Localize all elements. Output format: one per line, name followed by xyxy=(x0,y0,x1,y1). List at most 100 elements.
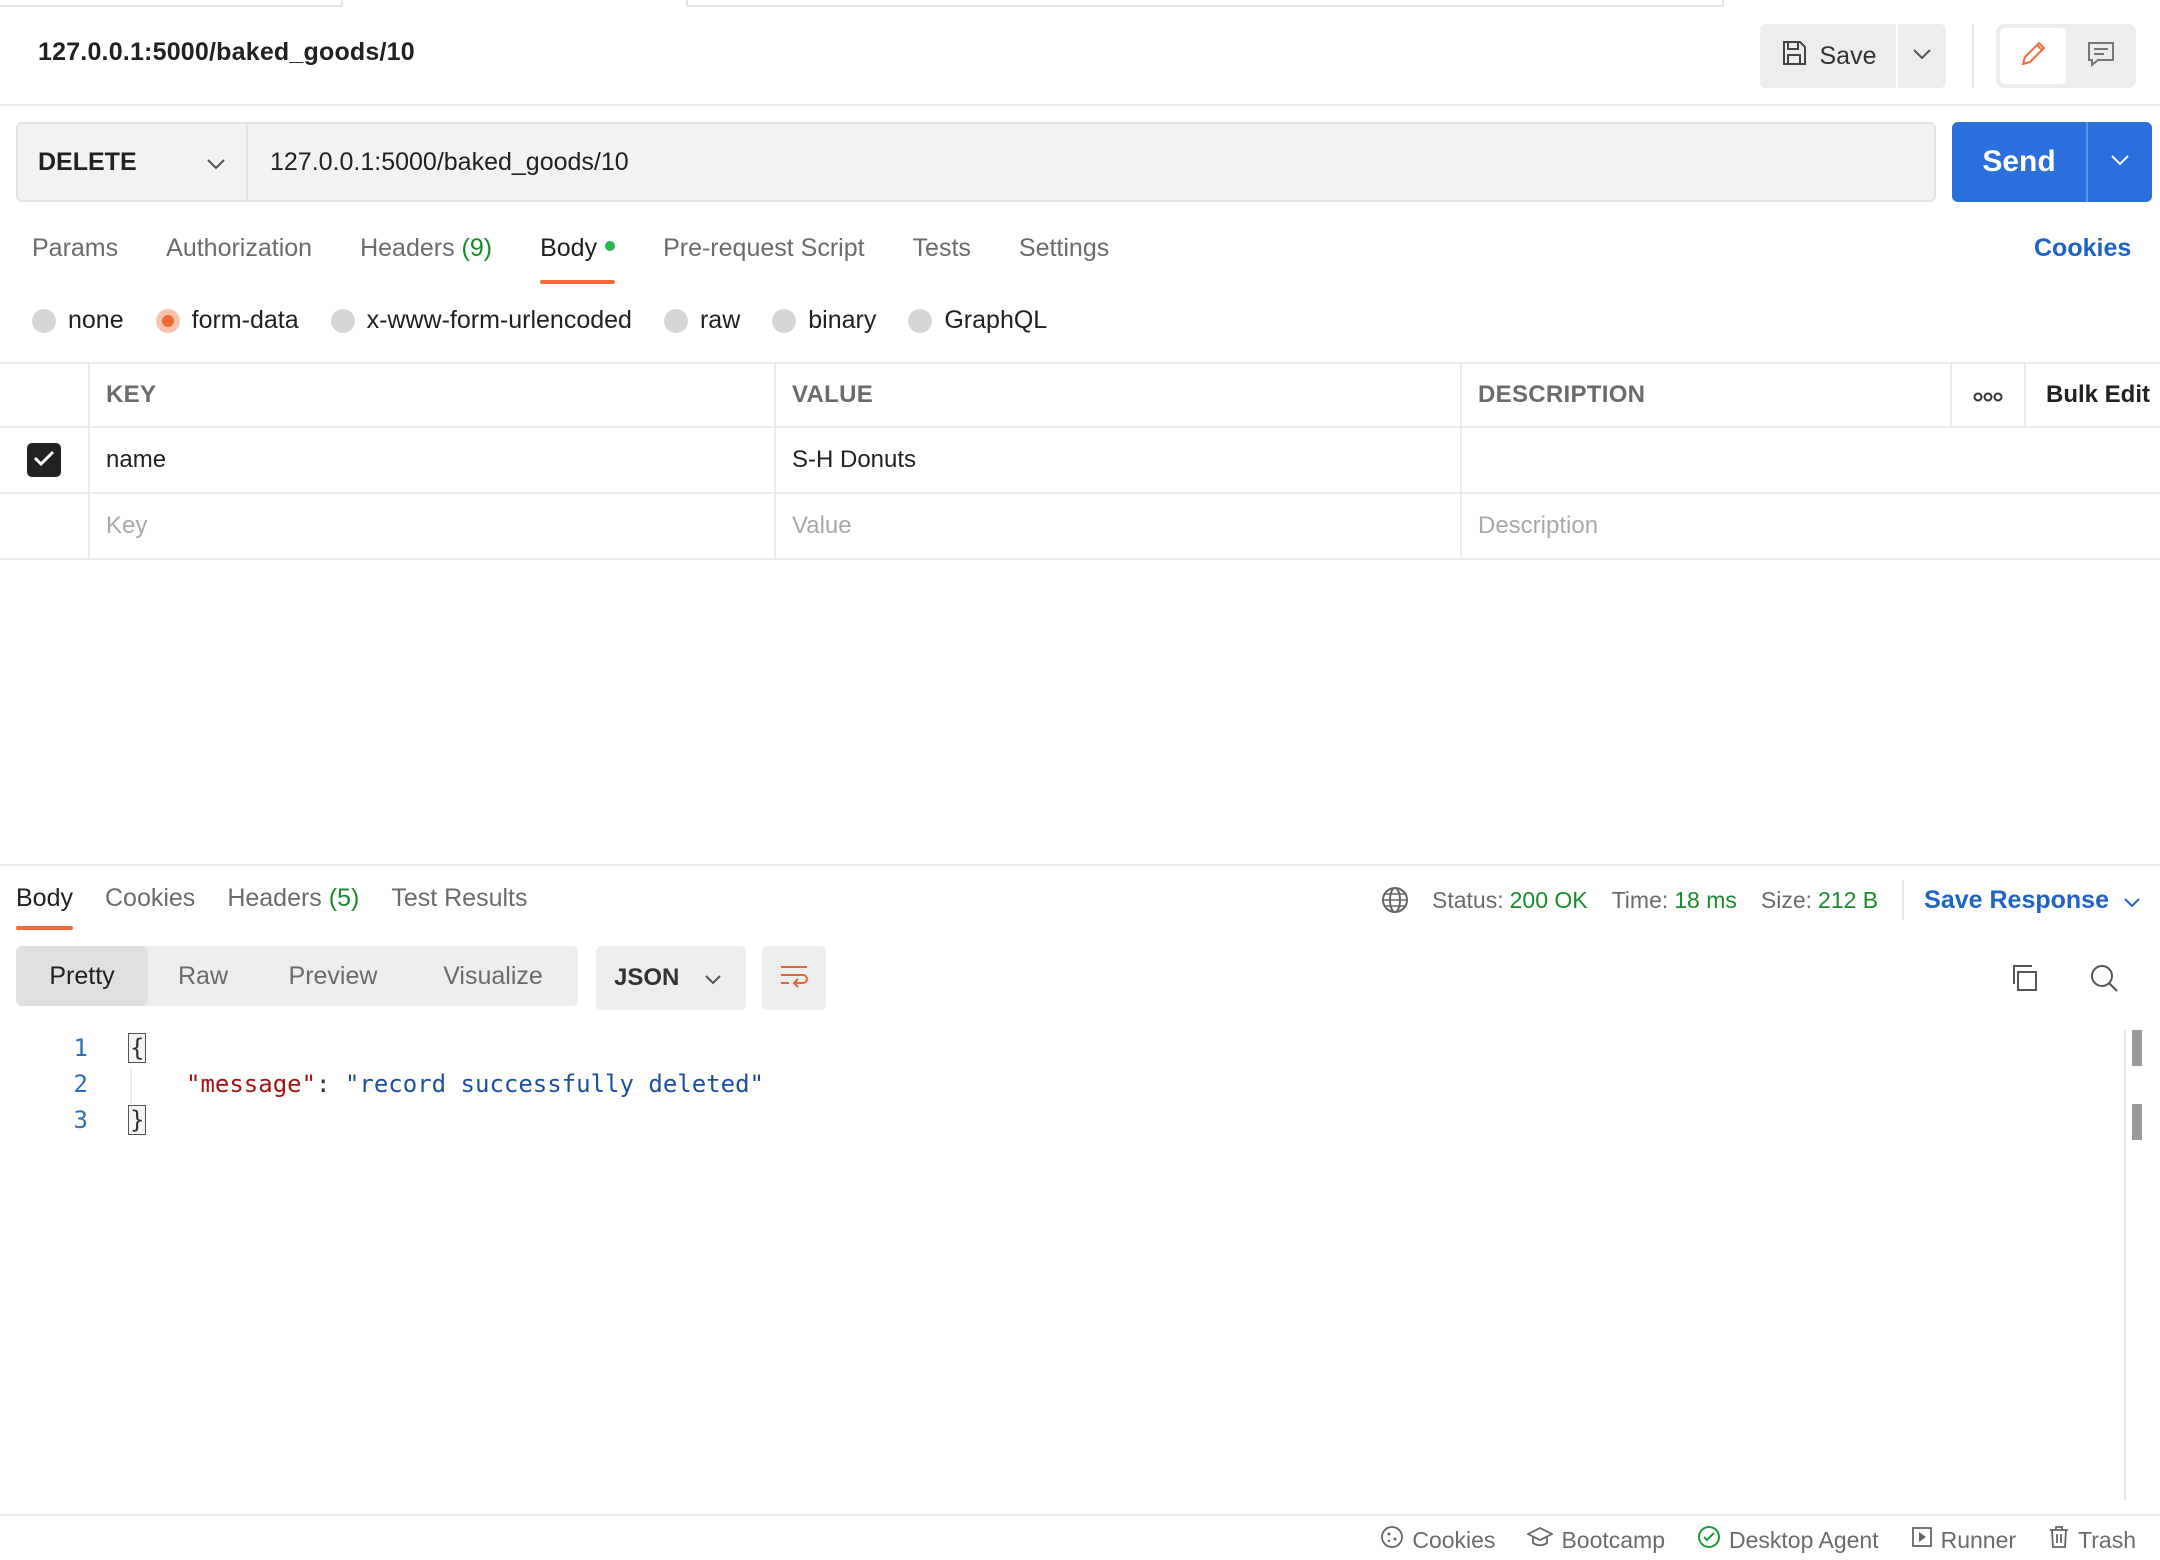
key-cell[interactable]: name xyxy=(90,428,776,492)
radio-circle xyxy=(772,308,797,333)
value-input[interactable]: Value xyxy=(776,494,1462,558)
copy-icon[interactable] xyxy=(2004,958,2044,998)
line-number: 3 xyxy=(73,1106,88,1134)
send-button[interactable]: Send xyxy=(1952,122,2086,202)
checkmark-icon xyxy=(33,446,55,474)
open-brace: { xyxy=(128,1033,147,1063)
footer-label: Trash xyxy=(2078,1526,2136,1553)
editor-scrollbar[interactable] xyxy=(2124,1030,2126,1500)
response-tab-cookies[interactable]: Cookies xyxy=(105,884,195,930)
footer-desktop-agent[interactable]: Desktop Agent xyxy=(1697,1525,1879,1555)
footer-runner[interactable]: Runner xyxy=(1911,1526,2016,1554)
tab-params[interactable]: Params xyxy=(32,234,118,284)
comments-button[interactable] xyxy=(2070,28,2132,84)
scrollbar-marker xyxy=(2132,1104,2142,1140)
tab-label: Body xyxy=(16,884,73,912)
send-group: Send xyxy=(1952,122,2152,202)
next-tab[interactable] xyxy=(686,0,1724,7)
footer-bootcamp[interactable]: Bootcamp xyxy=(1526,1526,1665,1554)
cookies-link[interactable]: Cookies xyxy=(2034,234,2131,263)
bulk-edit-button[interactable]: Bulk Edit xyxy=(2026,364,2160,426)
wrap-lines-button[interactable] xyxy=(762,946,826,1010)
save-icon xyxy=(1780,39,1808,74)
response-tab-body[interactable]: Body xyxy=(16,884,73,930)
radio-none[interactable]: none xyxy=(32,306,124,335)
comment-icon xyxy=(2086,39,2116,74)
footer-cookies[interactable]: Cookies xyxy=(1380,1525,1495,1555)
time-value[interactable]: 18 ms xyxy=(1674,887,1737,914)
body-type-radios: none form-data x-www-form-urlencoded raw… xyxy=(32,306,1079,335)
radio-raw[interactable]: raw xyxy=(663,306,740,335)
response-separator[interactable] xyxy=(0,864,2160,866)
radio-label: x-www-form-urlencoded xyxy=(366,306,632,334)
footer-label: Bootcamp xyxy=(1561,1526,1665,1553)
trash-icon xyxy=(2048,1525,2070,1555)
wrap-icon xyxy=(778,962,810,995)
close-brace: } xyxy=(128,1105,147,1135)
tab-settings[interactable]: Settings xyxy=(1019,234,1109,284)
response-view-switcher: Pretty Raw Preview Visualize xyxy=(16,946,578,1006)
json-key: "message" xyxy=(186,1070,317,1098)
save-button[interactable]: Save xyxy=(1760,24,1896,88)
search-icon[interactable] xyxy=(2084,958,2124,998)
view-pretty[interactable]: Pretty xyxy=(16,946,148,1006)
view-preview[interactable]: Preview xyxy=(258,946,408,1006)
radio-form-data[interactable]: form-data xyxy=(155,306,299,335)
url-input[interactable]: 127.0.0.1:5000/baked_goods/10 xyxy=(248,124,1934,200)
row-checkbox-cell xyxy=(0,428,90,492)
chevron-down-icon xyxy=(1912,47,1932,65)
tab-pre-request-script[interactable]: Pre-request Script xyxy=(663,234,864,284)
chevron-down-icon xyxy=(2110,153,2130,171)
response-tab-headers[interactable]: Headers (5) xyxy=(227,884,359,930)
header-divider xyxy=(1972,24,1974,88)
radio-circle-selected xyxy=(155,308,180,333)
globe-icon[interactable] xyxy=(1380,885,1410,915)
previous-tab[interactable] xyxy=(0,0,343,7)
view-visualize[interactable]: Visualize xyxy=(408,946,578,1006)
send-options-button[interactable] xyxy=(2086,122,2152,202)
json-value: "record successfully deleted" xyxy=(344,1070,764,1098)
tab-authorization[interactable]: Authorization xyxy=(166,234,312,284)
chevron-down-icon xyxy=(2123,886,2141,915)
radio-circle xyxy=(908,308,933,333)
size-value[interactable]: 212 B xyxy=(1818,887,1878,914)
format-select[interactable]: JSON xyxy=(596,946,746,1010)
save-response-button[interactable]: Save Response xyxy=(1924,886,2141,915)
chevron-down-icon xyxy=(704,964,722,992)
status-value[interactable]: 200 OK xyxy=(1510,887,1588,914)
status-label: Status: xyxy=(1432,886,1504,913)
tab-body[interactable]: Body xyxy=(540,234,616,284)
edit-mode-button[interactable] xyxy=(2000,28,2066,84)
body-indicator-dot xyxy=(605,241,616,252)
save-response-label: Save Response xyxy=(1924,885,2109,914)
table-row-empty: Key Value Description xyxy=(0,494,2160,560)
request-title[interactable]: 127.0.0.1:5000/baked_goods/10 xyxy=(38,38,415,67)
radio-graphql[interactable]: GraphQL xyxy=(908,306,1047,335)
method-select[interactable]: DELETE xyxy=(18,124,248,200)
tab-tests[interactable]: Tests xyxy=(913,234,971,284)
tab-headers[interactable]: Headers (9) xyxy=(360,234,492,284)
header-separator xyxy=(0,104,2160,106)
response-tab-test-results[interactable]: Test Results xyxy=(391,884,527,930)
method-label: DELETE xyxy=(38,147,137,176)
footer-separator xyxy=(0,1514,2160,1516)
json-colon: : xyxy=(316,1070,345,1098)
play-icon xyxy=(1911,1526,1933,1554)
save-options-button[interactable] xyxy=(1898,24,1946,88)
table-header-row: KEY VALUE DESCRIPTION Bulk Edit xyxy=(0,362,2160,428)
key-input[interactable]: Key xyxy=(90,494,776,558)
description-input[interactable]: Description xyxy=(1462,494,2160,558)
radio-binary[interactable]: binary xyxy=(772,306,876,335)
response-tabs: Body Cookies Headers (5) Test Results xyxy=(16,884,560,930)
footer-trash[interactable]: Trash xyxy=(2048,1525,2136,1555)
tab-label: Pre-request Script xyxy=(663,234,865,262)
row-checkbox-cell xyxy=(0,494,90,558)
more-options-button[interactable] xyxy=(1952,364,2026,426)
request-tabs: Params Authorization Headers (9) Body Pr… xyxy=(32,234,1157,284)
row-enabled-checkbox[interactable] xyxy=(27,443,61,477)
description-cell[interactable] xyxy=(1462,428,2160,492)
cookie-icon xyxy=(1380,1525,1404,1555)
view-raw[interactable]: Raw xyxy=(148,946,258,1006)
radio-x-www-form-urlencoded[interactable]: x-www-form-urlencoded xyxy=(330,306,632,335)
value-cell[interactable]: S-H Donuts xyxy=(776,428,1462,492)
